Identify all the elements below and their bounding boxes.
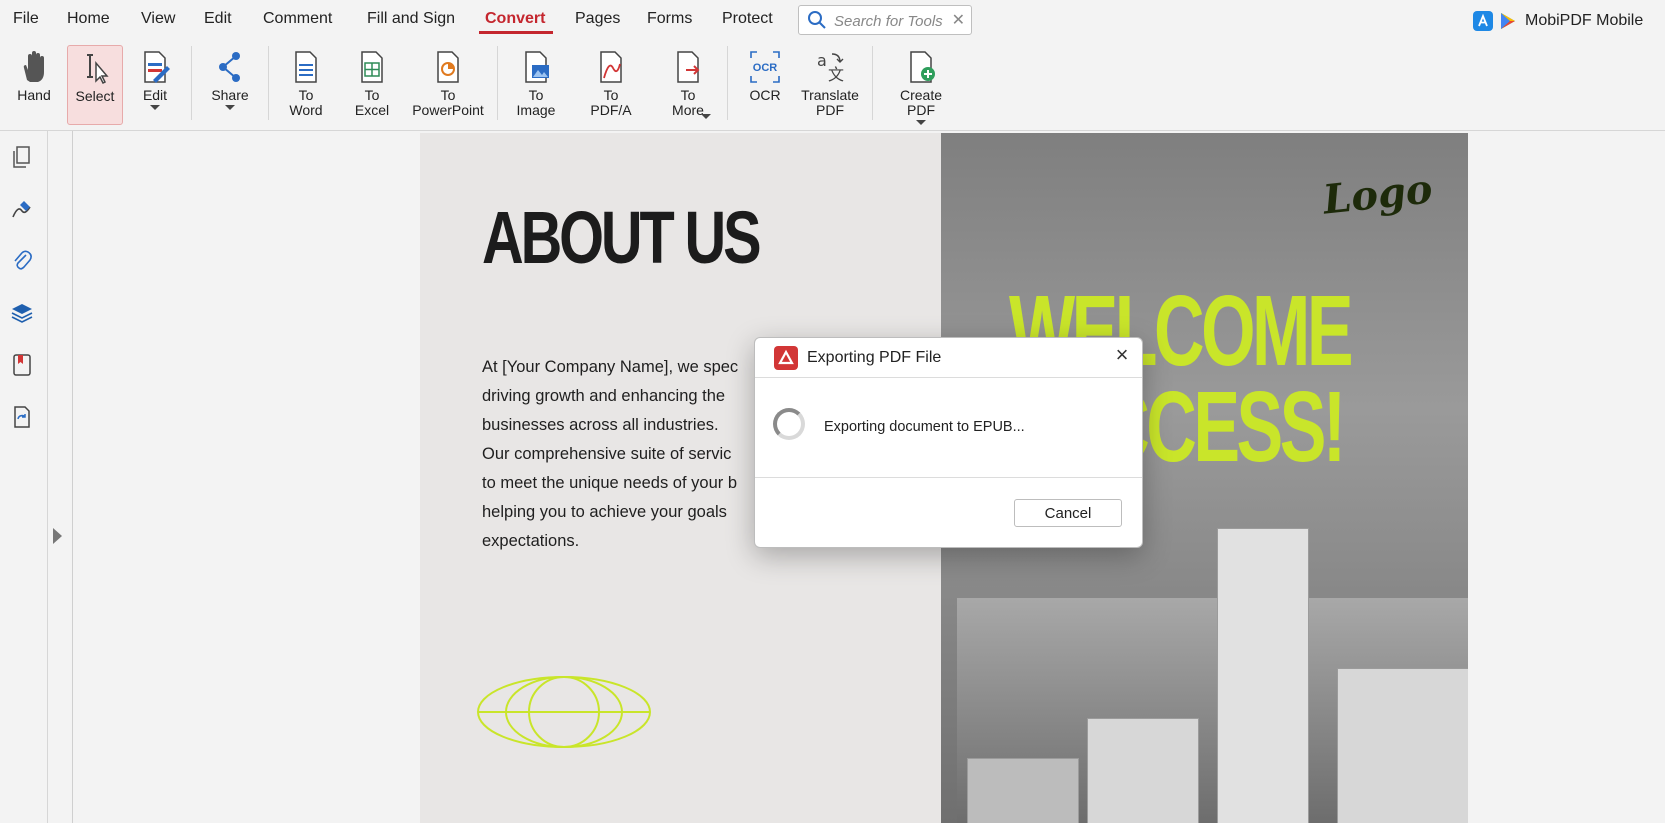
hand-label: Hand: [17, 87, 51, 103]
to-more-dropdown-caret-icon[interactable]: [701, 114, 711, 119]
share-button[interactable]: Share: [208, 45, 252, 123]
toolbar-separator: [872, 46, 873, 120]
more-formats-icon: [677, 51, 700, 83]
create-pdf-label: Create PDF: [899, 87, 943, 118]
select-cursor-icon: [87, 54, 109, 85]
to-word-label: To Word: [289, 87, 323, 118]
to-powerpoint-button[interactable]: To PowerPoint: [408, 45, 488, 123]
loading-spinner-icon: [773, 408, 805, 440]
edit-tool-button[interactable]: Edit: [135, 45, 175, 123]
menu-bar: File Home View Edit Comment Fill and Sig…: [0, 0, 1665, 40]
logo: Logo: [1320, 165, 1435, 224]
create-pdf-button[interactable]: Create PDF: [885, 45, 957, 125]
ocr-icon: OCR: [750, 51, 780, 83]
share-dropdown-caret-icon[interactable]: [225, 105, 235, 110]
dialog-header: Exporting PDF File ×: [755, 338, 1142, 378]
menu-view[interactable]: View: [141, 10, 175, 28]
to-image-button[interactable]: To Image: [513, 45, 559, 123]
search-input[interactable]: Search for Tools: [834, 13, 943, 30]
powerpoint-document-icon: [437, 51, 459, 83]
translate-pdf-button[interactable]: a文 Translate PDF: [800, 45, 860, 123]
attachment-icon[interactable]: [10, 249, 34, 273]
create-pdf-dropdown-caret-icon[interactable]: [916, 120, 926, 125]
translate-icon: a文: [817, 51, 844, 84]
cancel-button[interactable]: Cancel: [1014, 499, 1122, 527]
share-icon: [219, 52, 240, 82]
to-more-button[interactable]: To More: [660, 45, 716, 123]
menu-home[interactable]: Home: [67, 10, 110, 28]
search-icon: [808, 11, 826, 29]
dialog-title: Exporting PDF File: [807, 349, 942, 366]
apartment-building: [1087, 718, 1199, 823]
menu-fill-and-sign[interactable]: Fill and Sign: [367, 10, 455, 28]
to-word-button[interactable]: To Word: [285, 45, 327, 123]
menu-protect[interactable]: Protect: [722, 10, 773, 28]
svg-text:a: a: [817, 51, 827, 70]
edit-document-icon: [144, 51, 170, 83]
menu-forms[interactable]: Forms: [647, 10, 692, 28]
edit-dropdown-caret-icon[interactable]: [150, 105, 160, 110]
to-pdfa-label: To PDF/A: [590, 87, 632, 118]
city-skyline: [957, 528, 1468, 823]
google-play-icon[interactable]: [1498, 11, 1518, 31]
hand-icon: [23, 51, 44, 82]
to-excel-button[interactable]: To Excel: [351, 45, 393, 123]
menu-comment[interactable]: Comment: [263, 10, 332, 28]
create-pdf-icon: [910, 51, 935, 83]
pdfa-document-icon: [600, 51, 622, 83]
toolbar-separator: [268, 46, 269, 120]
to-excel-label: To Excel: [354, 87, 390, 118]
dialog-divider: [755, 477, 1142, 478]
bookmarks-icon[interactable]: [10, 353, 34, 377]
page-heading: ABOUT US: [482, 196, 762, 279]
page-thumbnails-icon[interactable]: [10, 145, 34, 169]
menu-pages[interactable]: Pages: [575, 10, 620, 28]
menu-convert[interactable]: Convert: [485, 10, 545, 28]
active-tab-indicator: [479, 31, 553, 34]
image-document-icon: [525, 51, 549, 83]
export-progress-dialog: Exporting PDF File × Exporting document …: [754, 337, 1143, 548]
dialog-message: Exporting document to EPUB...: [824, 419, 1025, 435]
toolbar-separator: [191, 46, 192, 120]
edit-label: Edit: [142, 87, 168, 103]
svg-text:文: 文: [828, 65, 844, 84]
tower-building: [1217, 528, 1309, 823]
signature-icon[interactable]: [10, 197, 34, 221]
apartment-building: [967, 758, 1079, 823]
left-side-panel: [0, 131, 48, 823]
toolbar-separator: [497, 46, 498, 120]
clear-search-icon[interactable]: ✕: [952, 10, 965, 30]
select-label: Select: [75, 88, 115, 104]
hand-tool-button[interactable]: Hand: [12, 45, 56, 123]
convert-toolbar: Hand Select Edit Share To Word To Excel …: [0, 40, 1665, 131]
toolbar-separator: [727, 46, 728, 120]
menu-file[interactable]: File: [13, 10, 39, 28]
excel-document-icon: [361, 51, 383, 83]
app-logo-icon: [774, 346, 798, 370]
brand-label: MobiPDF Mobile: [1525, 12, 1644, 29]
layers-icon[interactable]: [10, 301, 34, 325]
to-pdfa-button[interactable]: To PDF/A: [589, 45, 633, 123]
close-icon[interactable]: ×: [1110, 344, 1134, 368]
share-label: Share: [211, 87, 249, 103]
app-store-icon[interactable]: [1473, 11, 1493, 31]
to-powerpoint-label: To PowerPoint: [412, 87, 484, 118]
document-compare-icon[interactable]: [10, 405, 34, 429]
tool-search-box[interactable]: Search for Tools ✕: [798, 5, 972, 35]
select-tool-button[interactable]: Select: [67, 45, 123, 125]
menu-edit[interactable]: Edit: [204, 10, 232, 28]
eye-graphic: [477, 676, 651, 748]
apartment-building: [1337, 668, 1468, 823]
word-document-icon: [295, 51, 317, 83]
to-image-label: To Image: [516, 87, 556, 118]
ocr-label: OCR: [749, 87, 781, 103]
ocr-button[interactable]: OCR OCR: [745, 45, 785, 123]
translate-pdf-label: Translate PDF: [801, 87, 859, 118]
svg-text:OCR: OCR: [753, 62, 778, 74]
expand-panel-icon[interactable]: [53, 528, 62, 544]
